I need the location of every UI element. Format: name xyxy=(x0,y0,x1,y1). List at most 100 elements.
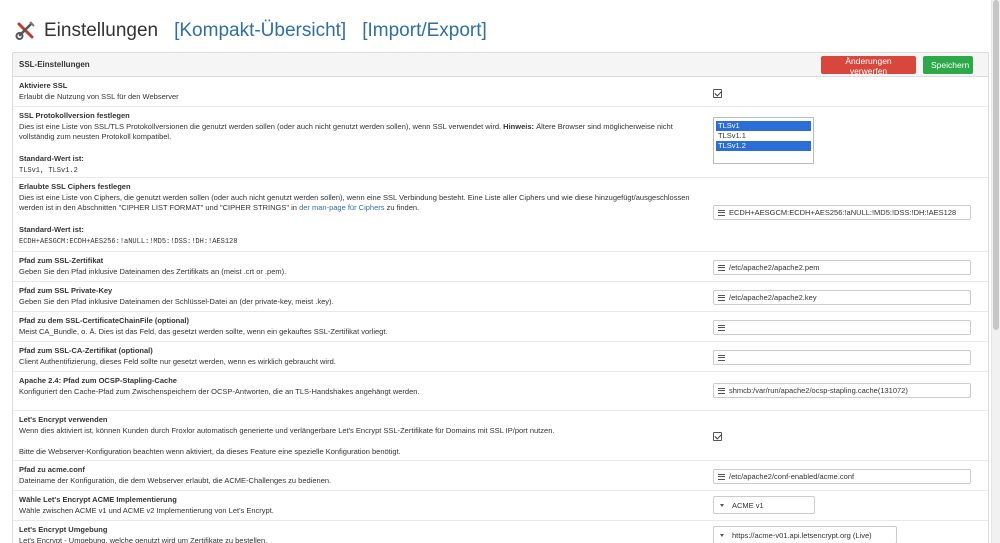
select-value: https://acme-v01.api.letsencrypt.org (Li… xyxy=(732,530,872,540)
le-environment-select[interactable]: https://acme-v01.api.letsencrypt.org (Li… xyxy=(713,526,897,543)
setting-text: Pfad zum SSL-CA-Zertifikat (optional) Cli… xyxy=(19,346,709,367)
input-value: /etc/apache2/apache2.key xyxy=(729,293,817,302)
input-value: /etc/apache2/apache2.pem xyxy=(729,263,820,272)
page-header: Einstellungen [Kompakt-Übersicht] [Impor… xyxy=(14,18,487,44)
multiselect-option[interactable]: TLSv1.2 xyxy=(716,141,811,151)
link-import-export[interactable]: [Import/Export] xyxy=(362,20,487,42)
panel-heading: SSL-Einstellungen Änderungen verwerfen S… xyxy=(13,53,988,77)
settings-rows: Aktiviere SSL Erlaubt die Nutzung von SSL… xyxy=(13,77,988,543)
setting-row-ssl-key-file: Pfad zum SSL Private-Key Geben Sie den Pf… xyxy=(13,282,988,312)
setting-title: Aktiviere SSL xyxy=(19,81,68,90)
setting-text: Erlaubte SSL Ciphers festlegen Dies ist e… xyxy=(19,182,709,248)
input-value: shmcb:/var/run/apache2/ocsp-stapling.cac… xyxy=(729,386,908,395)
control-cell: /etc/apache2/conf-enabled/acme.conf xyxy=(713,469,971,484)
text-lines-icon xyxy=(718,294,725,301)
setting-title: Wähle Let's Encrypt ACME Implementierung xyxy=(19,495,177,504)
ssl-ca-file-input[interactable] xyxy=(713,350,971,365)
setting-text: Apache 2.4: Pfad zum OCSP-Stapling-Cache… xyxy=(19,376,709,397)
control-cell xyxy=(713,350,971,365)
setting-row-ocsp-cache: Apache 2.4: Pfad zum OCSP-Stapling-Cache… xyxy=(13,372,988,411)
panel-title: SSL-Einstellungen xyxy=(19,60,90,69)
setting-text: Pfad zu acme.conf Dateiname der Konfigura… xyxy=(19,465,709,486)
multiselect-option[interactable]: TLSv1 xyxy=(716,121,811,131)
ssl-protocols-multiselect[interactable]: TLSv1 TLSv1.1 TLSv1.2 xyxy=(713,117,814,164)
default-value-label: Standard-Wert ist: xyxy=(19,153,84,163)
ocsp-cache-input[interactable]: shmcb:/var/run/apache2/ocsp-stapling.cac… xyxy=(713,383,971,398)
control-cell: shmcb:/var/run/apache2/ocsp-stapling.cac… xyxy=(713,383,971,398)
ssl-cert-file-input[interactable]: /etc/apache2/apache2.pem xyxy=(713,260,971,275)
setting-description: Konfiguriert den Cache-Pfad zum Zwischen… xyxy=(19,386,420,396)
caret-down-icon xyxy=(720,533,724,537)
ssl-enable-checkbox[interactable] xyxy=(713,89,722,98)
setting-text: Wähle Let's Encrypt ACME Implementierung… xyxy=(19,495,709,516)
control-cell: /etc/apache2/apache2.key xyxy=(713,290,971,305)
wrench-screwdriver-icon xyxy=(15,21,35,40)
setting-row-ssl-ca-file: Pfad zum SSL-CA-Zertifikat (optional) Cli… xyxy=(13,342,988,372)
setting-title: Let's Encrypt Umgebung xyxy=(19,525,108,534)
ssl-key-file-input[interactable]: /etc/apache2/apache2.key xyxy=(713,290,971,305)
setting-description: Let's Encrypt - Umgebung, welche genutzt… xyxy=(19,535,268,543)
setting-text: Pfad zum SSL Private-Key Geben Sie den Pf… xyxy=(19,286,709,307)
multiselect-option[interactable]: TLSv1.1 xyxy=(716,131,811,141)
vertical-scrollbar[interactable] xyxy=(991,0,1000,543)
setting-row-ssl-ca-chain: Pfad zu dem SSL-CertificateChainFile (op… xyxy=(13,312,988,342)
setting-row-ssl-cert-file: Pfad zum SSL-Zertifikat Geben Sie den Pfa… xyxy=(13,252,988,282)
select-value: ACME v1 xyxy=(732,500,764,510)
acme-conf-input[interactable]: /etc/apache2/conf-enabled/acme.conf xyxy=(713,469,971,484)
le-acme-version-select[interactable]: ACME v1 xyxy=(713,496,815,514)
setting-description: Wähle zwischen ACME v1 und ACME v2 Imple… xyxy=(19,505,274,515)
setting-description: Dies ist eine Liste von SSL/TLS Protokol… xyxy=(19,121,673,142)
setting-title: Erlaubte SSL Ciphers festlegen xyxy=(19,182,131,191)
ssl-ca-chain-input[interactable] xyxy=(713,320,971,335)
setting-title: Let's Encrypt verwenden xyxy=(19,415,108,424)
setting-row-ssl-enable: Aktiviere SSL Erlaubt die Nutzung von SSL… xyxy=(13,77,988,107)
setting-row-le-environment: Let's Encrypt Umgebung Let's Encrypt - Um… xyxy=(13,521,988,543)
text-lines-icon xyxy=(718,354,725,361)
multiselect-box[interactable]: TLSv1 TLSv1.1 TLSv1.2 xyxy=(713,117,814,164)
input-value: ECDH+AESGCM:ECDH+AES256:!aNULL:!MD5:!DSS… xyxy=(729,208,957,217)
setting-description: Geben Sie den Pfad inklusive Dateinamen … xyxy=(19,296,334,306)
control-cell xyxy=(713,89,722,98)
setting-description: Meist CA_Bundle, o. Ä. Dies ist das Feld… xyxy=(19,326,388,336)
setting-title: Pfad zu acme.conf xyxy=(19,465,85,474)
save-button[interactable]: Speichern xyxy=(923,56,973,74)
setting-row-ssl-ciphers: Erlaubte SSL Ciphers festlegen Dies ist e… xyxy=(13,178,988,252)
ssl-ciphers-input[interactable]: ECDH+AESGCM:ECDH+AES256:!aNULL:!MD5:!DSS… xyxy=(713,205,971,220)
control-cell: ACME v1 xyxy=(713,496,815,514)
default-value-label: Standard-Wert ist: xyxy=(19,224,84,234)
text-lines-icon xyxy=(718,473,725,480)
setting-note: Bitte die Webserver-Konfiguration beacht… xyxy=(19,447,401,456)
control-cell: /etc/apache2/apache2.pem xyxy=(713,260,971,275)
default-value: TLSv1, TLSv1.2 xyxy=(19,167,78,175)
text-lines-icon xyxy=(718,324,725,331)
setting-title: Pfad zum SSL-Zertifikat xyxy=(19,256,104,265)
setting-text: Aktiviere SSL Erlaubt die Nutzung von SSL… xyxy=(19,81,709,102)
text-lines-icon xyxy=(718,264,725,271)
scrollbar-thumb[interactable] xyxy=(993,0,999,330)
setting-row-le-enable: Let's Encrypt verwenden Wenn dies aktivie… xyxy=(13,411,988,461)
setting-description: Client Authentifizierung, dieses Feld so… xyxy=(19,356,336,366)
setting-title: Pfad zu dem SSL-CertificateChainFile (op… xyxy=(19,316,190,325)
setting-row-acme-conf: Pfad zu acme.conf Dateiname der Konfigura… xyxy=(13,461,988,491)
setting-title: Apache 2.4: Pfad zum OCSP-Stapling-Cache xyxy=(19,376,177,385)
setting-title: Pfad zum SSL Private-Key xyxy=(19,286,113,295)
control-cell: https://acme-v01.api.letsencrypt.org (Li… xyxy=(713,526,897,543)
setting-text: Let's Encrypt verwenden Wenn dies aktivie… xyxy=(19,415,709,458)
control-cell xyxy=(713,432,722,441)
setting-description: Wenn dies aktiviert ist, können Kunden d… xyxy=(19,425,555,435)
text-lines-icon xyxy=(718,387,725,394)
setting-text: Pfad zu dem SSL-CertificateChainFile (op… xyxy=(19,316,709,337)
setting-description: Erlaubt die Nutzung von SSL für den Webs… xyxy=(19,91,179,101)
setting-title: Pfad zum SSL-CA-Zertifikat (optional) xyxy=(19,346,153,355)
setting-description: Dies ist eine Liste von Ciphers, die gen… xyxy=(19,192,690,213)
le-enable-checkbox[interactable] xyxy=(713,432,722,441)
discard-changes-button[interactable]: Änderungen verwerfen xyxy=(821,56,916,76)
input-value: /etc/apache2/conf-enabled/acme.conf xyxy=(729,472,855,481)
control-cell: ECDH+AESGCM:ECDH+AES256:!aNULL:!MD5:!DSS… xyxy=(713,205,971,220)
text-lines-icon xyxy=(718,209,725,216)
setting-description: Dateiname der Konfiguration, die dem Web… xyxy=(19,475,332,485)
setting-row-ssl-protocols: SSL Protokollversion festlegen Dies ist e… xyxy=(13,107,988,178)
caret-down-icon xyxy=(720,503,724,507)
link-compact-overview[interactable]: [Kompakt-Übersicht] xyxy=(174,20,346,42)
setting-text: Let's Encrypt Umgebung Let's Encrypt - Um… xyxy=(19,525,709,543)
